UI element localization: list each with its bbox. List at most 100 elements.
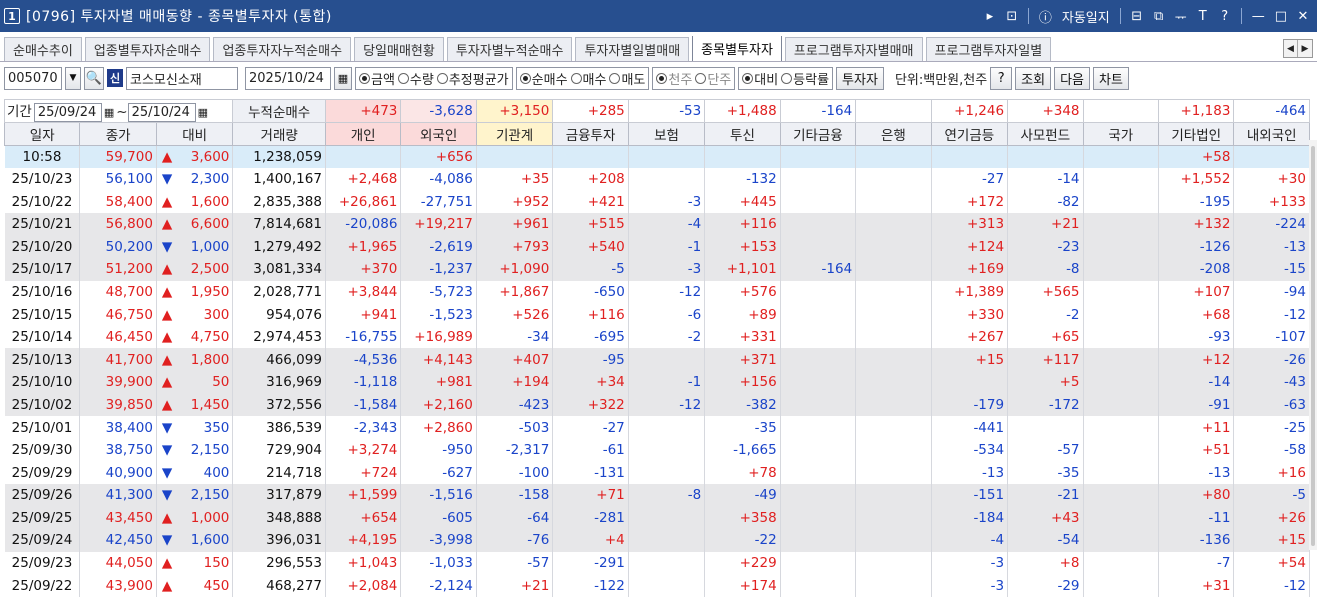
screen-icon[interactable]: ⊡ — [1006, 9, 1018, 24]
table-row[interactable]: 25/10/01 38,400 ▼ 350 386,539 -2,343 +2,860 -50… — [4, 416, 1310, 439]
investor-value-cell — [780, 167, 857, 191]
compare-radio-1[interactable]: 등락률 — [781, 69, 829, 88]
table-row[interactable]: 25/10/15 46,750 ▲ 300 954,076 +941 -1,523 +526 +… — [4, 303, 1310, 326]
trade-radio-1[interactable]: 매수 — [570, 69, 606, 88]
text-size-icon[interactable]: T — [1197, 9, 1209, 24]
tab-6[interactable]: 종목별투자자 — [692, 36, 782, 61]
investor-value-cell — [628, 461, 706, 484]
column-header-10[interactable]: 기타금융 — [779, 122, 857, 146]
calendar-icon[interactable]: ▦ — [198, 106, 208, 119]
column-header-8[interactable]: 보험 — [627, 122, 706, 146]
investor-value-cell — [855, 484, 932, 507]
table-row[interactable]: 25/10/16 48,700 ▲ 1,950 2,028,771 +3,844 -5,72… — [4, 280, 1310, 304]
date-input[interactable]: 2025/10/24 — [245, 66, 331, 90]
table-row[interactable]: 25/10/20 50,200 ▼ 1,000 1,279,492 +1,965 -2,61… — [4, 235, 1310, 259]
tab-2[interactable]: 업종투자자누적순매수 — [213, 37, 352, 61]
calendar-icon[interactable]: ▦ — [334, 66, 352, 90]
chart-button[interactable]: 차트 — [1093, 66, 1129, 90]
minimize-icon[interactable]: — — [1252, 9, 1265, 24]
mode-radio-1[interactable]: 수량 — [397, 69, 434, 88]
investor-value-cell: -61 — [552, 438, 629, 462]
change-cell: ▲ 1,800 — [156, 348, 234, 372]
investor-value-cell — [780, 303, 857, 326]
mode-radio-2[interactable]: 추정평균가 — [436, 69, 509, 88]
tab-3[interactable]: 당일매매현황 — [354, 37, 444, 61]
investor-button[interactable]: 투자자 — [836, 66, 884, 90]
trade-radio-2[interactable]: 매도 — [609, 69, 645, 88]
tab-4[interactable]: 투자자별누적순매수 — [446, 37, 573, 61]
maximize-icon[interactable]: □ — [1275, 9, 1287, 24]
column-header-11[interactable]: 은행 — [855, 122, 932, 146]
window-layout-icon[interactable]: ⊟ — [1131, 9, 1143, 24]
tab-7[interactable]: 프로그램투자자별매매 — [784, 37, 923, 61]
column-header-5[interactable]: 외국인 — [400, 122, 477, 146]
investor-value-cell — [855, 393, 932, 417]
search-icon[interactable]: 🔍 — [84, 66, 104, 90]
tab-5[interactable]: 투자자별일별매매 — [575, 37, 690, 61]
auto-journal-button[interactable]: 자동일지 — [1062, 7, 1110, 26]
period-to-input[interactable]: 25/10/24 — [127, 103, 196, 122]
table-row[interactable]: 25/09/23 44,050 ▲ 150 296,553 +1,043 -1,033 -57… — [4, 551, 1310, 575]
trade-radio-0[interactable]: 순매수 — [519, 69, 568, 88]
vertical-scrollbar[interactable] — [1309, 140, 1317, 550]
table-row[interactable]: 10:58 59,700 ▲ 3,600 1,238,059 +656 +58 — [4, 145, 1310, 168]
period-from-input[interactable]: 25/09/24 — [33, 103, 102, 122]
table-row[interactable]: 25/09/25 43,450 ▲ 1,000 348,888 +654 -605 -64 -2… — [4, 506, 1310, 530]
tab-1[interactable]: 업종별투자자순매수 — [84, 37, 211, 61]
unit-radio-0[interactable]: 천주 — [656, 69, 692, 88]
unit-radio-1[interactable]: 단주 — [695, 69, 731, 88]
table-row[interactable]: 25/10/17 51,200 ▲ 2,500 3,081,334 +370 -1,237 +… — [4, 258, 1310, 281]
tab-scroll-left-icon[interactable]: ◀ — [1284, 40, 1298, 57]
table-row[interactable]: 25/10/02 39,850 ▲ 1,450 372,556 -1,584 +2,160-… — [4, 393, 1310, 417]
column-header-4[interactable]: 개인 — [324, 122, 402, 146]
table-row[interactable]: 25/10/21 56,800 ▲ 6,600 7,814,681 -20,086 +19,… — [4, 212, 1310, 236]
stock-code-input[interactable]: 005070 — [4, 66, 62, 90]
help-button[interactable]: ? — [990, 66, 1013, 90]
table-row[interactable]: 25/09/26 41,300 ▼ 2,150 317,879 +1,599 -1,516-… — [4, 484, 1310, 507]
tab-0[interactable]: 순매수추이 — [4, 37, 82, 61]
column-header-13[interactable]: 사모펀드 — [1007, 122, 1084, 146]
table-row[interactable]: 25/09/29 40,900 ▼ 400 214,718 +724 -627 -100 -13… — [4, 461, 1310, 484]
investor-value-cell — [1083, 258, 1159, 281]
mode-radio-0[interactable]: 금액 — [359, 69, 395, 88]
column-header-12[interactable]: 연기금등 — [930, 122, 1009, 146]
table-row[interactable]: 25/09/30 38,750 ▼ 2,150 729,904 +3,274 -950 -2,… — [4, 438, 1310, 462]
column-header-3[interactable]: 거래량 — [232, 122, 326, 146]
play-icon[interactable]: ▸ — [984, 9, 996, 24]
calendar-icon[interactable]: ▦ — [104, 106, 114, 119]
query-button[interactable]: 조회 — [1015, 66, 1052, 90]
column-header-9[interactable]: 투신 — [704, 122, 781, 146]
column-header-7[interactable]: 금융투자 — [552, 122, 629, 146]
period-label: 기간 — [7, 104, 32, 120]
compare-radio-0[interactable]: 대비 — [742, 69, 778, 88]
info-icon[interactable]: ⓘ — [1039, 7, 1052, 26]
column-header-15[interactable]: 기타법인 — [1157, 122, 1235, 146]
stock-code-dropdown-icon[interactable]: ▼ — [65, 66, 81, 90]
up-triangle-icon: ▲ — [161, 148, 173, 165]
table-row[interactable]: 25/10/23 56,100 ▼ 2,300 1,400,167 +2,468 -4,08… — [4, 167, 1310, 191]
copy-window-icon[interactable]: ⧉ — [1153, 9, 1165, 24]
table-row[interactable]: 25/09/24 42,450 ▼ 1,600 396,031 +4,195 -3,998-… — [4, 529, 1310, 552]
table-row[interactable]: 25/10/22 58,400 ▲ 1,600 2,835,388 +26,861 -27,… — [4, 190, 1310, 213]
stock-name-field[interactable]: 코스모신소재 — [126, 66, 238, 90]
column-header-6[interactable]: 기관계 — [475, 122, 554, 146]
investor-value-cell: -14 — [1158, 371, 1235, 394]
help-icon[interactable]: ? — [1219, 9, 1231, 24]
close-icon[interactable]: ✕ — [1297, 9, 1309, 24]
close-price-cell: 46,450 — [79, 325, 157, 349]
column-header-16[interactable]: 내외국인 — [1233, 122, 1310, 146]
table-row[interactable]: 25/09/22 43,900 ▲ 450 468,277 +2,084 -2,124 +21… — [4, 574, 1310, 597]
column-header-0[interactable]: 일자 — [4, 122, 81, 146]
tab-8[interactable]: 프로그램투자자일별 — [925, 37, 1052, 61]
table-row[interactable]: 25/10/13 41,700 ▲ 1,800 466,099 -4,536 +4,143 +… — [4, 348, 1310, 372]
scrollbar-thumb[interactable] — [1311, 146, 1315, 546]
table-row[interactable]: 25/10/14 46,450 ▲ 4,750 2,974,453 -16,755 +16,… — [4, 325, 1310, 349]
column-header-14[interactable]: 국가 — [1082, 122, 1159, 146]
column-header-2[interactable]: 대비 — [155, 122, 234, 146]
tab-scroll-right-icon[interactable]: ▶ — [1298, 40, 1312, 57]
investor-value-cell: +3,844 — [325, 280, 402, 304]
column-header-1[interactable]: 종가 — [79, 122, 157, 146]
next-button[interactable]: 다음 — [1054, 66, 1091, 90]
pin-icon[interactable]: ᅲ — [1175, 7, 1187, 26]
table-row[interactable]: 25/10/10 39,900 ▲ 50 316,969 -1,118 +981 +194 +3… — [4, 371, 1310, 394]
